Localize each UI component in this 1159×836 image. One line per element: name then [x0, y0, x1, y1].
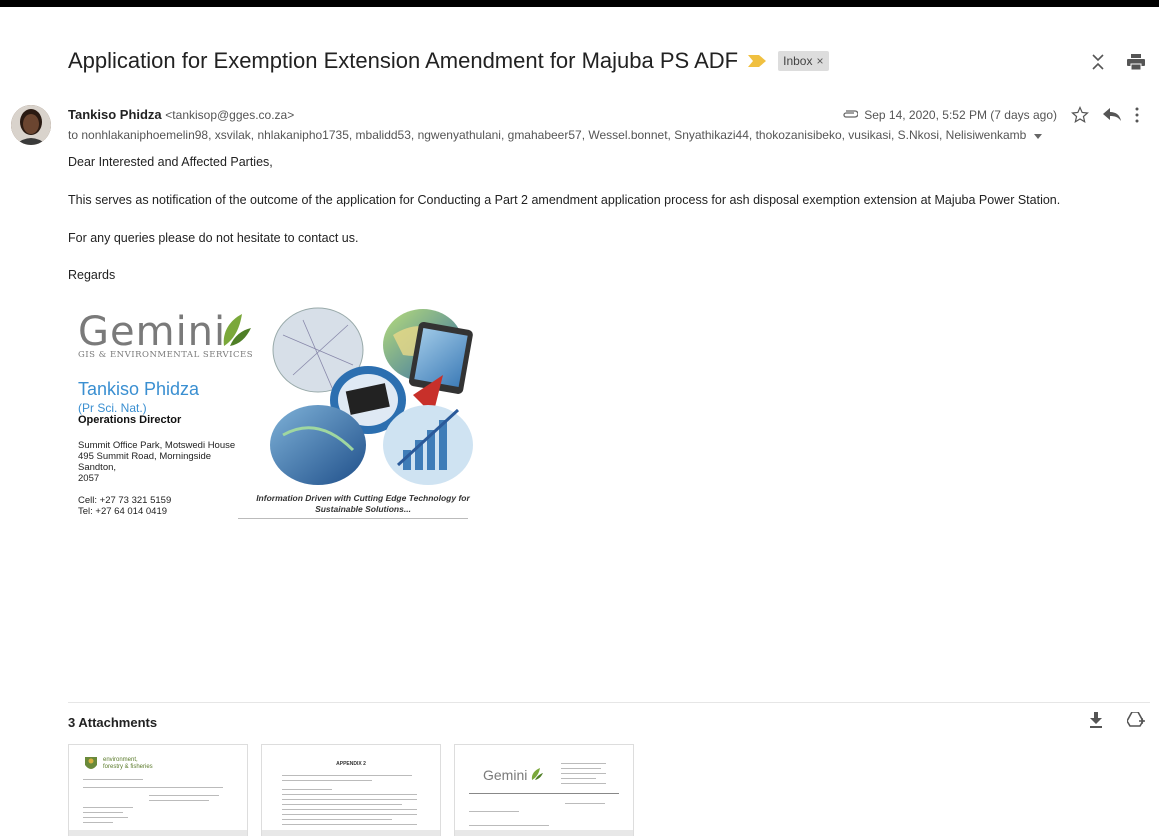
reply-icon[interactable]: [1103, 108, 1121, 122]
attachment-preview-text-2: APPENDIX 2: [336, 761, 366, 767]
signature-tagline-1: Information Driven with Cutting Edge Tec…: [256, 493, 470, 503]
signature-tagline-2: Sustainable Solutions...: [315, 504, 411, 514]
body-closing: Regards: [68, 268, 116, 282]
dropdown-icon[interactable]: [1033, 134, 1042, 139]
expand-collapse-icon[interactable]: [1091, 53, 1105, 71]
body-greeting: Dear Interested and Affected Parties,: [68, 155, 273, 169]
signature-address-1: Summit Office Park, Motswedi House: [78, 440, 236, 451]
coat-of-arms-icon: [85, 757, 97, 769]
signature-address-3: Sandton,: [78, 462, 117, 473]
attachments-title: 3 Attachments: [68, 715, 158, 730]
top-bar: [0, 0, 1159, 7]
label-name: Inbox: [783, 54, 813, 68]
signature-name: Tankiso Phidza: [78, 379, 200, 399]
download-icon[interactable]: [1089, 712, 1103, 728]
body-paragraph-1: This serves as notification of the outco…: [68, 193, 1061, 207]
save-to-drive-icon[interactable]: [1127, 712, 1145, 728]
email-signature: Gemini GIS & ENVIRONMENTAL SERVICES Tank…: [68, 300, 478, 525]
recipients-line[interactable]: to nonhlakaniphoemelin98, xsvilak, nhlak…: [68, 128, 1088, 142]
leaf-icon: [223, 314, 251, 346]
signature-credential: (Pr Sci. Nat.): [78, 401, 147, 415]
attachment-preview-text-1: environment, forestry & fisheries: [103, 757, 153, 770]
attachment-preview-text-3: Gemini: [483, 767, 528, 783]
recipients-text: to nonhlakaniphoemelin98, xsvilak, nhlak…: [68, 128, 1027, 142]
importance-marker-icon[interactable]: [748, 55, 767, 67]
print-icon[interactable]: [1127, 54, 1145, 70]
signature-address-2: 495 Summit Road, Morningside: [78, 451, 212, 462]
leaf-icon: [531, 768, 543, 780]
attachments-divider: [68, 702, 1150, 703]
body-paragraph-2: For any queries please do not hesitate t…: [68, 231, 359, 245]
sender-email: <tankisop@gges.co.za>: [165, 108, 295, 122]
sender-avatar: [11, 105, 51, 145]
attachment-thumbnail-2[interactable]: APPENDIX 2: [261, 744, 441, 836]
signature-logo: Gemini: [78, 309, 227, 355]
signature-divider: [238, 518, 468, 519]
signature-logo-subtitle: GIS & ENVIRONMENTAL SERVICES: [78, 350, 254, 360]
signature-address-4: 2057: [78, 473, 100, 484]
attachment-thumbnail-1[interactable]: environment, forestry & fisheries: [68, 744, 248, 836]
star-icon[interactable]: [1071, 106, 1089, 124]
attachment-thumbnail-3[interactable]: Gemini: [454, 744, 634, 836]
email-subject: Application for Exemption Extension Amen…: [68, 48, 829, 74]
inbox-label-chip: Inbox ×: [778, 51, 829, 71]
sender-line: Tankiso Phidza <tankisop@gges.co.za>: [68, 107, 294, 122]
more-vert-icon[interactable]: [1135, 107, 1139, 123]
signature-tel: Tel: +27 64 014 0419: [78, 506, 168, 517]
paperclip-icon: [842, 110, 859, 120]
email-date: Sep 14, 2020, 5:52 PM (7 days ago): [864, 108, 1057, 122]
signature-cell: Cell: +27 73 321 5159: [78, 495, 172, 506]
subject-text: Application for Exemption Extension Amen…: [68, 48, 739, 73]
sender-name[interactable]: Tankiso Phidza: [68, 107, 162, 122]
signature-collage-image: [270, 307, 473, 485]
signature-role: Operations Director: [78, 414, 182, 426]
remove-label-button[interactable]: ×: [816, 54, 823, 68]
